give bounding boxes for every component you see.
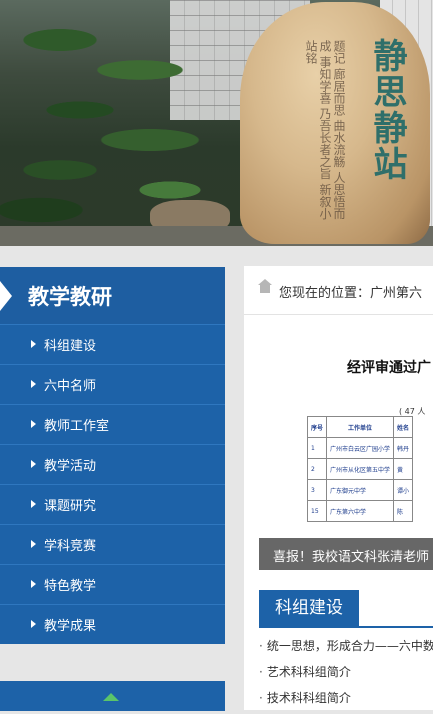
banner-image: 题记 廊居而思 曲水流觞 人思悟而成 事知学喜 乃吾长者之旨 新叙小站铭 静思静… <box>0 0 433 246</box>
table-cell: 2 <box>306 458 328 480</box>
sidebar-item-label: 教学成果 <box>44 619 97 634</box>
caret-right-icon <box>31 460 36 468</box>
list-item[interactable]: · 技术科科组简介 <box>259 688 433 714</box>
table-cell: 陈 <box>393 500 414 522</box>
sidebar-item-featured[interactable]: 特色教学 <box>0 564 225 604</box>
breadcrumb-text: 您现在的位置：广州第六 <box>279 286 423 301</box>
table-header: 序号 <box>306 416 328 438</box>
caret-right-icon <box>31 540 36 548</box>
sidebar-menu: 科组建设 六中名师 教师工作室 教学活动 课题研究 学科竞赛 特色教学 教学成果 <box>0 324 225 644</box>
sidebar-item-label: 科组建设 <box>44 339 97 354</box>
sidebar-item-label: 课题研究 <box>44 499 97 514</box>
sidebar: 教学教研 科组建设 六中名师 教师工作室 教学活动 课题研究 学科竞赛 特色教学… <box>0 267 225 711</box>
news-link[interactable]: 艺术科科组简介 <box>267 665 351 679</box>
slide-image: 经评审通过广 ( 47 人 序号 工作单位 姓名 1 广州市白云区广园小学 韩丹… <box>259 332 433 570</box>
home-icon[interactable] <box>258 279 272 293</box>
sidebar-item-keyan[interactable]: 科组建设 <box>0 324 225 364</box>
slide-caption[interactable]: 喜报！我校语文科张清老师 <box>259 538 433 570</box>
table-cell: 谭小 <box>393 479 414 501</box>
news-link[interactable]: 统一思想，形成合力——六中数 <box>267 639 433 653</box>
sidebar-footer[interactable] <box>0 681 225 711</box>
arrow-up-icon[interactable] <box>103 693 119 701</box>
sidebar-item-competitions[interactable]: 学科竞赛 <box>0 524 225 564</box>
breadcrumb: 您现在的位置：广州第六 <box>244 266 433 315</box>
sidebar-item-label: 六中名师 <box>44 379 97 394</box>
sidebar-item-label: 学科竞赛 <box>44 539 97 554</box>
table-cell: 广东第六中学 <box>326 500 395 522</box>
sidebar-header-arrow-icon <box>0 281 12 311</box>
caret-right-icon <box>31 340 36 348</box>
rock-inscription: 题记 廊居而思 曲水流觞 人思悟而成 事知学喜 乃吾长者之旨 新叙小站铭 <box>304 40 346 220</box>
sidebar-item-studio[interactable]: 教师工作室 <box>0 404 225 444</box>
table-row: 1 广州市白云区广园小学 韩丹 <box>306 437 414 459</box>
caret-right-icon <box>31 380 36 388</box>
caret-right-icon <box>31 580 36 588</box>
main-content: 您现在的位置：广州第六 经评审通过广 ( 47 人 序号 工作单位 姓名 1 广… <box>244 266 433 710</box>
sidebar-item-activities[interactable]: 教学活动 <box>0 444 225 484</box>
sidebar-item-teachers[interactable]: 六中名师 <box>0 364 225 404</box>
table-header: 工作单位 <box>326 416 395 438</box>
table-header: 姓名 <box>393 416 414 438</box>
sidebar-item-label: 教学活动 <box>44 459 97 474</box>
news-slideshow[interactable]: 经评审通过广 ( 47 人 序号 工作单位 姓名 1 广州市白云区广园小学 韩丹… <box>259 332 433 570</box>
section-title[interactable]: 科组建设 <box>259 590 359 626</box>
news-list: · 统一思想，形成合力——六中数 · 艺术科科组简介 · 技术科科组简介 <box>259 636 433 714</box>
list-item[interactable]: · 艺术科科组简介 <box>259 662 433 688</box>
list-item[interactable]: · 统一思想，形成合力——六中数 <box>259 636 433 662</box>
sidebar-header: 教学教研 <box>0 267 225 324</box>
table-row: 2 广州市从化区第五中学 黄 <box>306 458 414 480</box>
bullet-icon: · <box>259 665 263 679</box>
sidebar-item-label: 特色教学 <box>44 579 97 594</box>
table-cell: 韩丹 <box>393 437 414 459</box>
table-cell: 广州市白云区广园小学 <box>326 437 395 459</box>
table-cell: 15 <box>306 500 328 522</box>
table-row: 15 广东第六中学 陈 <box>306 500 414 522</box>
caret-right-icon <box>31 620 36 628</box>
sidebar-item-label: 教师工作室 <box>44 419 110 434</box>
slide-doc-table: 序号 工作单位 姓名 1 广州市白云区广园小学 韩丹 2 广州市从化区第五中学 … <box>306 416 414 522</box>
table-cell: 广州市从化区第五中学 <box>326 458 395 480</box>
news-link[interactable]: 技术科科组简介 <box>267 691 351 705</box>
table-cell: 1 <box>306 437 328 459</box>
sidebar-item-achievements[interactable]: 教学成果 <box>0 604 225 644</box>
table-cell: 广东御元中学 <box>326 479 395 501</box>
caret-right-icon <box>31 420 36 428</box>
table-cell: 3 <box>306 479 328 501</box>
caret-right-icon <box>31 500 36 508</box>
rock-title: 静思静站 <box>367 38 407 182</box>
slide-caption-text[interactable]: 喜报！我校语文科张清老师 <box>273 546 429 565</box>
banner-plants <box>0 0 230 230</box>
bullet-icon: · <box>259 691 263 705</box>
section-header: 科组建设 <box>259 590 433 628</box>
slide-doc-title: 经评审通过广 <box>347 360 431 376</box>
sidebar-item-research[interactable]: 课题研究 <box>0 484 225 524</box>
bullet-icon: · <box>259 639 263 653</box>
sidebar-title: 教学教研 <box>28 285 112 309</box>
table-cell: 黄 <box>393 458 414 480</box>
table-row: 3 广东御元中学 谭小 <box>306 479 414 501</box>
